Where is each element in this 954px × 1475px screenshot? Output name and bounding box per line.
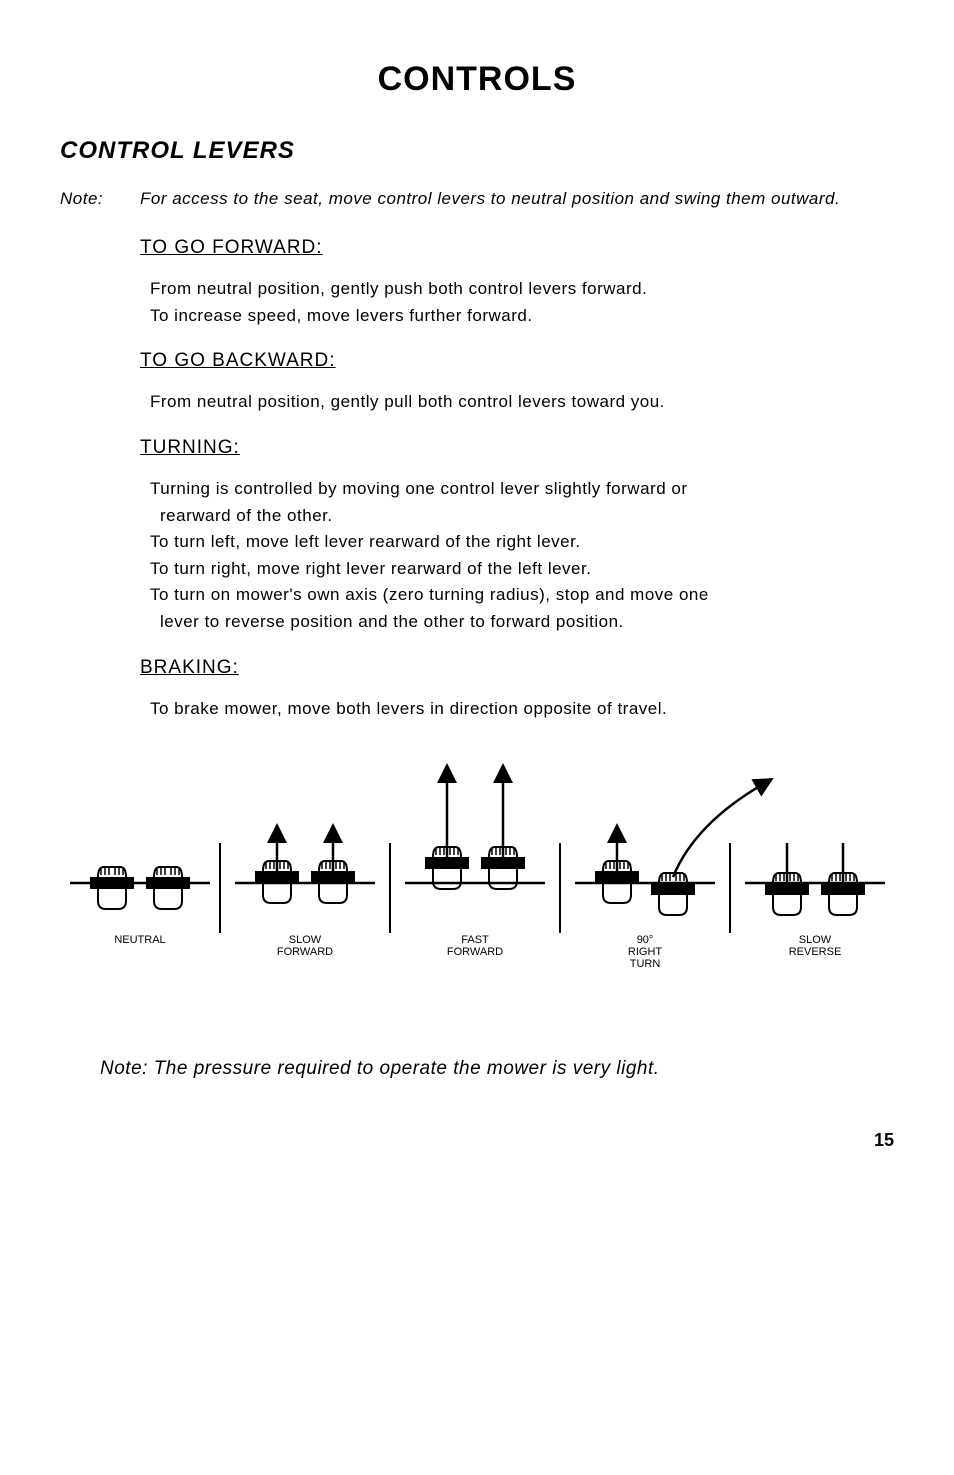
forward-body: From neutral position, gently push both …	[140, 277, 894, 328]
forward-heading: TO GO FORWARD:	[140, 237, 894, 259]
svg-text:FORWARD: FORWARD	[277, 946, 333, 958]
svg-text:SLOW: SLOW	[289, 934, 322, 946]
note-text: For access to the seat, move control lev…	[140, 189, 894, 209]
turning-body: Turning is controlled by moving one cont…	[140, 477, 894, 635]
turning-line4b: lever to reverse position and the other …	[150, 610, 894, 635]
backward-heading: TO GO BACKWARD:	[140, 350, 894, 372]
page-number: 15	[60, 1130, 894, 1151]
svg-text:SLOW: SLOW	[799, 934, 832, 946]
backward-line1: From neutral position, gently pull both …	[150, 390, 894, 415]
svg-text:90°: 90°	[637, 934, 654, 946]
backward-section: TO GO BACKWARD: From neutral position, g…	[140, 350, 894, 415]
turning-line1b: rearward of the other.	[150, 504, 894, 529]
turning-section: TURNING: Turning is controlled by moving…	[140, 437, 894, 635]
backward-body: From neutral position, gently pull both …	[140, 390, 894, 415]
turning-line2: To turn left, move left lever rearward o…	[150, 530, 894, 555]
turning-heading: TURNING:	[140, 437, 894, 459]
forward-line1: From neutral position, gently push both …	[150, 277, 894, 302]
turning-line1: Turning is controlled by moving one cont…	[150, 477, 894, 502]
diagram-label-neutral: NEUTRAL	[114, 934, 165, 946]
forward-line2: To increase speed, move levers further f…	[150, 304, 894, 329]
note-label: Note:	[60, 189, 140, 209]
turning-line4: To turn on mower's own axis (zero turnin…	[150, 583, 894, 608]
forward-section: TO GO FORWARD: From neutral position, ge…	[140, 237, 894, 328]
closing-note: Note: The pressure required to operate t…	[100, 1058, 894, 1080]
svg-text:REVERSE: REVERSE	[789, 946, 842, 958]
svg-text:FORWARD: FORWARD	[447, 946, 503, 958]
braking-heading: BRAKING:	[140, 657, 894, 679]
svg-text:FAST: FAST	[461, 934, 489, 946]
note-block: Note: For access to the seat, move contr…	[60, 189, 894, 209]
turning-line3: To turn right, move right lever rearward…	[150, 557, 894, 582]
braking-line1: To brake mower, move both levers in dire…	[150, 697, 894, 722]
braking-section: BRAKING: To brake mower, move both lever…	[140, 657, 894, 722]
section-heading: CONTROL LEVERS	[60, 137, 894, 165]
svg-text:TURN: TURN	[630, 958, 661, 970]
svg-text:RIGHT: RIGHT	[628, 946, 663, 958]
braking-body: To brake mower, move both levers in dire…	[140, 697, 894, 722]
lever-diagram: NEUTRAL SLOW FORWARD FAST FORWARD 90° RI…	[60, 753, 894, 993]
page-title: CONTROLS	[60, 60, 894, 99]
